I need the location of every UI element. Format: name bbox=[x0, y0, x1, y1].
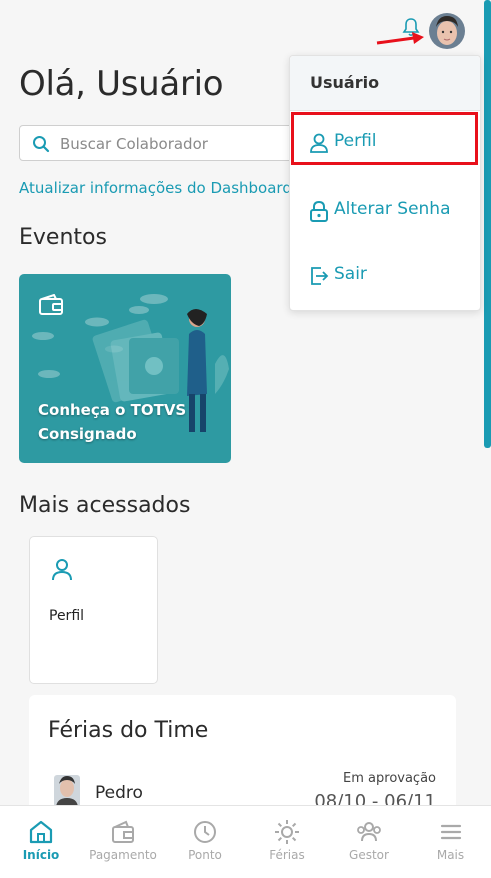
user-menu-header: Usuário bbox=[290, 56, 480, 111]
nav-item-gestor[interactable]: Gestor bbox=[328, 806, 410, 878]
wallet-icon bbox=[112, 820, 134, 843]
nav-label: Gestor bbox=[349, 848, 389, 862]
user-icon bbox=[52, 559, 72, 581]
nav-item-ferias[interactable]: Férias bbox=[246, 806, 328, 878]
nav-label: Início bbox=[22, 848, 60, 862]
nav-label: Ponto bbox=[188, 848, 222, 862]
menu-item-label: Alterar Senha bbox=[334, 199, 451, 219]
employee-avatar bbox=[54, 775, 80, 807]
clock-icon bbox=[194, 821, 216, 843]
wallet-icon bbox=[39, 294, 63, 315]
avatar[interactable] bbox=[429, 13, 465, 49]
menu-item-alterar-senha[interactable]: Alterar Senha bbox=[290, 191, 480, 231]
lock-icon bbox=[310, 200, 328, 222]
nav-label: Férias bbox=[269, 848, 305, 862]
most-accessed-heading: Mais acessados bbox=[19, 493, 191, 518]
menu-item-label: Sair bbox=[334, 264, 367, 284]
search-box[interactable] bbox=[19, 125, 319, 162]
menu-item-sair[interactable]: Sair bbox=[290, 256, 480, 296]
highlight-annotation bbox=[291, 112, 478, 165]
avatar-photo-icon bbox=[429, 13, 465, 49]
nav-item-inicio[interactable]: Início bbox=[0, 806, 82, 878]
nav-item-pagamento[interactable]: Pagamento bbox=[82, 806, 164, 878]
sun-icon bbox=[275, 820, 299, 844]
employee-name: Pedro bbox=[95, 783, 143, 803]
status-badge: Em aprovação bbox=[343, 771, 436, 786]
event-card-consignado[interactable]: Conheça o TOTVS Consignado bbox=[19, 274, 231, 463]
nav-item-ponto[interactable]: Ponto bbox=[164, 806, 246, 878]
logout-icon bbox=[311, 267, 329, 285]
events-heading: Eventos bbox=[19, 225, 107, 250]
employee-photo-icon bbox=[54, 775, 80, 807]
team-icon bbox=[357, 822, 381, 842]
arrow-annotation-icon bbox=[376, 32, 424, 45]
nav-label: Mais bbox=[436, 848, 465, 862]
page-title: Olá, Usuário bbox=[19, 64, 224, 104]
nav-label: Pagamento bbox=[89, 848, 157, 862]
update-dashboard-link[interactable]: Atualizar informações do Dashboard bbox=[19, 179, 292, 197]
search-icon bbox=[33, 136, 50, 153]
scrollbar[interactable] bbox=[484, 0, 491, 448]
search-input[interactable] bbox=[58, 126, 312, 162]
home-icon bbox=[29, 820, 53, 844]
bottom-nav: Início Pagamento Ponto Férias Gestor Mai… bbox=[0, 805, 491, 878]
user-menu-username: Usuário bbox=[310, 73, 380, 92]
shortcut-label: Perfil bbox=[49, 608, 85, 624]
nav-item-mais[interactable]: Mais bbox=[410, 806, 491, 878]
team-vacations-title: Férias do Time bbox=[48, 718, 209, 743]
menu-icon bbox=[440, 824, 461, 840]
user-menu: Usuário Perfil Alterar Senha Sair bbox=[289, 55, 481, 311]
event-card-caption: Conheça o TOTVS Consignado bbox=[38, 401, 187, 443]
shortcut-perfil[interactable]: Perfil bbox=[29, 536, 158, 684]
